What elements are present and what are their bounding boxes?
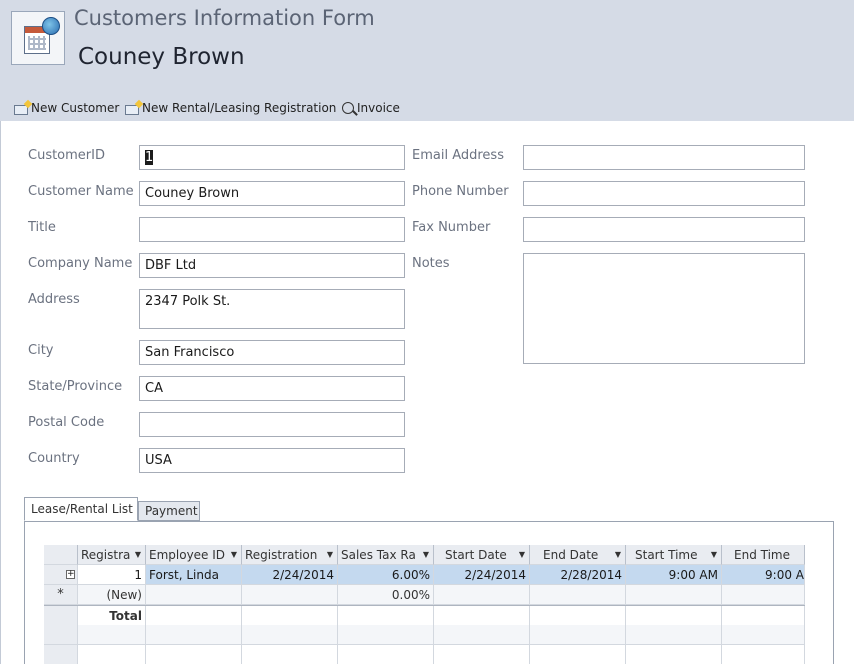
postal-code-label: Postal Code <box>28 415 105 430</box>
column-header[interactable]: End Time <box>722 545 805 565</box>
dropdown-arrow-icon: ▼ <box>326 550 333 559</box>
column-header[interactable]: Registration ▼ <box>242 545 338 565</box>
form-title: Customers Information Form <box>74 6 375 30</box>
total-label: Total <box>78 606 146 626</box>
new-record-row[interactable]: * (New) 0.00% <box>44 585 805 605</box>
cell-registration-id[interactable]: 1 <box>78 565 146 585</box>
empty-row <box>44 625 805 645</box>
total-cell[interactable] <box>338 606 434 626</box>
form-header: Customers Information Form Couney Brown … <box>0 0 854 121</box>
address-field[interactable]: 2347 Polk St. <box>139 289 405 329</box>
company-name-field[interactable]: DBF Ltd <box>139 253 405 278</box>
totals-row: Total <box>44 605 805 626</box>
notes-label: Notes <box>412 256 450 271</box>
title-field[interactable] <box>139 217 405 242</box>
new-record-icon <box>14 104 28 115</box>
dropdown-arrow-icon: ▼ <box>422 550 429 559</box>
cell-end-time[interactable] <box>722 585 805 605</box>
cell-employee[interactable] <box>146 585 242 605</box>
column-header[interactable]: Start Time ▼ <box>626 545 722 565</box>
city-field[interactable]: San Francisco <box>139 340 405 365</box>
lease-rental-datasheet: Registra ▼ Employee ID ▼ Registration ▼ Sal… <box>44 545 805 664</box>
dropdown-arrow-icon: ▼ <box>230 550 237 559</box>
email-label: Email Address <box>412 148 504 163</box>
dropdown-arrow-icon: ▼ <box>710 550 717 559</box>
cell-end-date[interactable] <box>530 585 626 605</box>
cell-sales-tax[interactable]: 0.00% <box>338 585 434 605</box>
cell-employee[interactable]: Forst, Linda <box>146 565 242 585</box>
email-field[interactable] <box>523 145 805 170</box>
state-label: State/Province <box>28 379 123 394</box>
row-selector[interactable]: + <box>44 565 78 585</box>
new-customer-label: New Customer <box>31 101 120 115</box>
state-field[interactable]: CA <box>139 376 405 401</box>
total-cell[interactable] <box>434 606 530 626</box>
address-label: Address <box>28 292 80 307</box>
empty-row <box>44 645 805 664</box>
column-header[interactable]: Employee ID ▼ <box>146 545 242 565</box>
row-selector <box>44 606 78 626</box>
new-registration-label: New Rental/Leasing Registration <box>142 101 337 115</box>
total-cell[interactable] <box>530 606 626 626</box>
dropdown-arrow-icon: ▼ <box>518 550 525 559</box>
cell-registration-date[interactable]: 2/24/2014 <box>242 565 338 585</box>
dropdown-arrow-icon: ▼ <box>134 550 141 559</box>
invoice-label: Invoice <box>357 101 400 115</box>
expand-plus-icon[interactable]: + <box>66 570 75 579</box>
cell-start-time[interactable] <box>626 585 722 605</box>
form-calendar-icon <box>11 11 65 65</box>
customer-id-label: CustomerID <box>28 148 105 163</box>
column-header[interactable]: Registra ▼ <box>78 545 146 565</box>
cell-sales-tax[interactable]: 6.00% <box>338 565 434 585</box>
total-cell[interactable] <box>626 606 722 626</box>
datasheet-header-row: Registra ▼ Employee ID ▼ Registration ▼ Sal… <box>44 545 805 565</box>
total-cell[interactable] <box>722 606 805 626</box>
record-name: Couney Brown <box>78 44 245 70</box>
fax-field[interactable] <box>523 217 805 242</box>
notes-field[interactable] <box>523 253 805 364</box>
tab-payment[interactable]: Payment <box>138 501 200 521</box>
dropdown-arrow-icon: ▼ <box>614 550 621 559</box>
new-registration-button[interactable]: New Rental/Leasing Registration <box>125 98 336 118</box>
phone-field[interactable] <box>523 181 805 206</box>
toolbar: New Customer New Rental/Leasing Registra… <box>0 98 854 118</box>
customer-id-value: 1 <box>145 150 154 165</box>
customer-name-field[interactable]: Couney Brown <box>139 181 405 206</box>
title-label: Title <box>28 220 56 235</box>
new-customer-button[interactable]: New Customer <box>14 98 119 118</box>
column-header[interactable]: End Date ▼ <box>530 545 626 565</box>
country-field[interactable]: USA <box>139 448 405 473</box>
column-header[interactable]: Sales Tax Ra ▼ <box>338 545 434 565</box>
cell-start-time[interactable]: 9:00 AM <box>626 565 722 585</box>
column-header[interactable]: Start Date ▼ <box>434 545 530 565</box>
table-row[interactable]: + 1 Forst, Linda 2/24/2014 6.00% 2/24/20… <box>44 565 805 585</box>
phone-label: Phone Number <box>412 184 509 199</box>
magnifier-icon <box>342 102 354 114</box>
tab-lease-rental-list[interactable]: Lease/Rental List <box>24 497 138 521</box>
customer-name-label: Customer Name <box>28 184 134 199</box>
invoice-button[interactable]: Invoice <box>342 98 400 118</box>
fax-label: Fax Number <box>412 220 491 235</box>
cell-start-date[interactable] <box>434 585 530 605</box>
cell-end-time[interactable]: 9:00 A <box>722 565 805 585</box>
company-name-label: Company Name <box>28 256 133 271</box>
new-record-icon <box>125 104 139 115</box>
cell-start-date[interactable]: 2/24/2014 <box>434 565 530 585</box>
total-cell[interactable] <box>146 606 242 626</box>
new-record-marker: * <box>44 585 78 605</box>
customer-id-field[interactable]: 1 <box>139 145 405 170</box>
select-all-corner[interactable] <box>44 545 78 565</box>
total-cell[interactable] <box>242 606 338 626</box>
city-label: City <box>28 343 54 358</box>
country-label: Country <box>28 451 80 466</box>
postal-code-field[interactable] <box>139 412 405 437</box>
cell-new-placeholder[interactable]: (New) <box>78 585 146 605</box>
cell-registration-date[interactable] <box>242 585 338 605</box>
cell-end-date[interactable]: 2/28/2014 <box>530 565 626 585</box>
